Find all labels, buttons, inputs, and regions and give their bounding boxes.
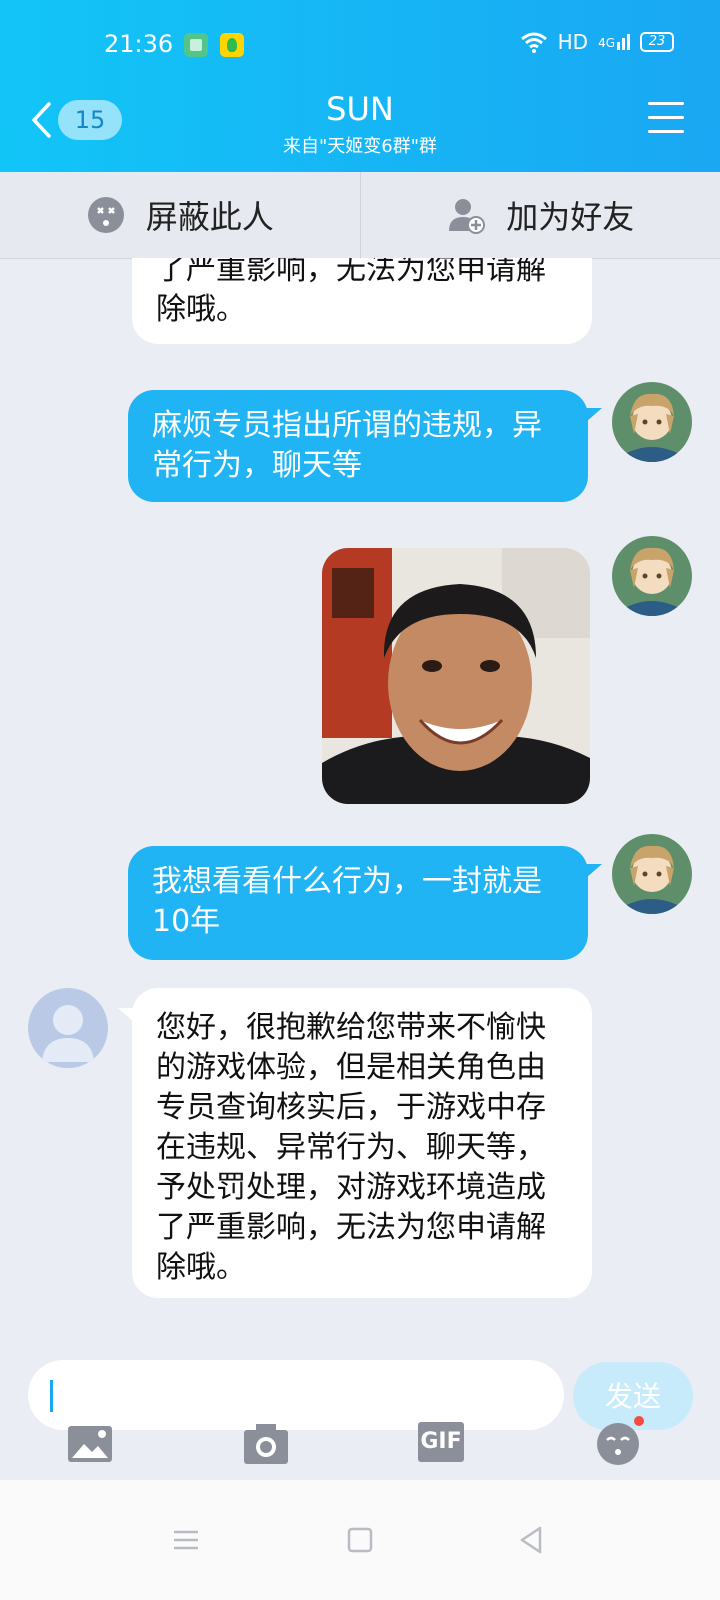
composer-toolbar: GIF xyxy=(0,1410,720,1480)
photo-image xyxy=(322,548,590,804)
bubble-tail xyxy=(586,408,602,422)
chat-header: 21:36 HD 4G 23 15 SUN 来自"天姬变6群"群 xyxy=(0,0,720,172)
message-list[interactable]: 了严重影响，无法为您申请解除哦。 麻烦专员指出所谓的违规，异常行为，聊天等 我想… xyxy=(0,258,720,1358)
stranger-action-bar: 屏蔽此人 加为好友 xyxy=(0,172,720,259)
image-picker-icon[interactable] xyxy=(66,1422,114,1466)
signal-icon: 4G xyxy=(598,34,630,50)
emoji-face-icon xyxy=(597,1423,639,1465)
add-user-icon xyxy=(449,199,486,234)
block-face-icon xyxy=(87,197,124,233)
hd-indicator: HD xyxy=(557,30,589,54)
block-user-label: 屏蔽此人 xyxy=(145,198,274,236)
my-avatar[interactable] xyxy=(612,382,692,462)
emoji-button[interactable] xyxy=(596,1416,644,1466)
message-text: 您好，很抱歉给您带来不愉快的游戏体验，但是相关角色由专员查询核实后，于游戏中存在… xyxy=(156,1010,546,1285)
music-app-icon xyxy=(220,33,244,57)
menu-icon[interactable] xyxy=(648,102,684,134)
message-bubble-received[interactable]: 您好，很抱歉给您带来不愉快的游戏体验，但是相关角色由专员查询核实后，于游戏中存在… xyxy=(132,988,592,1298)
home-square-icon[interactable] xyxy=(340,1520,380,1560)
system-nav-bar xyxy=(0,1480,720,1600)
app-notification-icon xyxy=(184,33,208,57)
status-time: 21:36 xyxy=(104,30,174,58)
wifi-icon xyxy=(520,32,547,53)
my-avatar[interactable] xyxy=(612,536,692,616)
gif-button[interactable]: GIF xyxy=(418,1422,464,1462)
anime-avatar-icon xyxy=(612,382,692,462)
text-caret xyxy=(50,1380,53,1412)
notification-dot xyxy=(634,1416,644,1426)
message-text: 了严重影响，无法为您申请解除哦。 xyxy=(156,258,546,327)
add-friend-label: 加为好友 xyxy=(506,198,635,236)
recents-menu-icon[interactable] xyxy=(166,1520,206,1560)
back-triangle-icon[interactable] xyxy=(512,1520,552,1560)
message-bubble-sent[interactable]: 麻烦专员指出所谓的违规，异常行为，聊天等 xyxy=(128,390,588,502)
sent-photo-message[interactable] xyxy=(322,548,590,804)
chat-title: SUN xyxy=(326,90,394,128)
message-bubble-sent[interactable]: 我想看看什么行为，一封就是10年 xyxy=(128,846,588,960)
sender-avatar[interactable] xyxy=(28,988,108,1068)
anime-avatar-icon xyxy=(612,834,692,914)
chat-subtitle: 来自"天姬变6群"群 xyxy=(282,136,437,157)
anime-avatar-icon xyxy=(612,536,692,616)
default-user-avatar-icon xyxy=(42,1005,94,1062)
bubble-tail xyxy=(586,864,602,878)
add-friend-button[interactable]: 加为好友 xyxy=(361,172,720,258)
message-text: 麻烦专员指出所谓的违规，异常行为，聊天等 xyxy=(152,408,542,483)
gif-label: GIF xyxy=(420,1429,462,1454)
battery-icon: 23 xyxy=(640,32,674,52)
status-icons: HD 4G 23 xyxy=(520,30,674,54)
chat-screen: 21:36 HD 4G 23 15 SUN 来自"天姬变6群"群 屏蔽此人 加为… xyxy=(0,0,720,1600)
camera-icon[interactable] xyxy=(242,1422,290,1466)
message-text: 我想看看什么行为，一封就是10年 xyxy=(152,864,542,939)
network-type: 4G xyxy=(598,36,615,50)
block-user-button[interactable]: 屏蔽此人 xyxy=(0,172,361,258)
status-bar: 21:36 HD 4G 23 xyxy=(0,0,720,90)
my-avatar[interactable] xyxy=(612,834,692,914)
message-bubble-received[interactable]: 了严重影响，无法为您申请解除哦。 xyxy=(132,258,592,344)
